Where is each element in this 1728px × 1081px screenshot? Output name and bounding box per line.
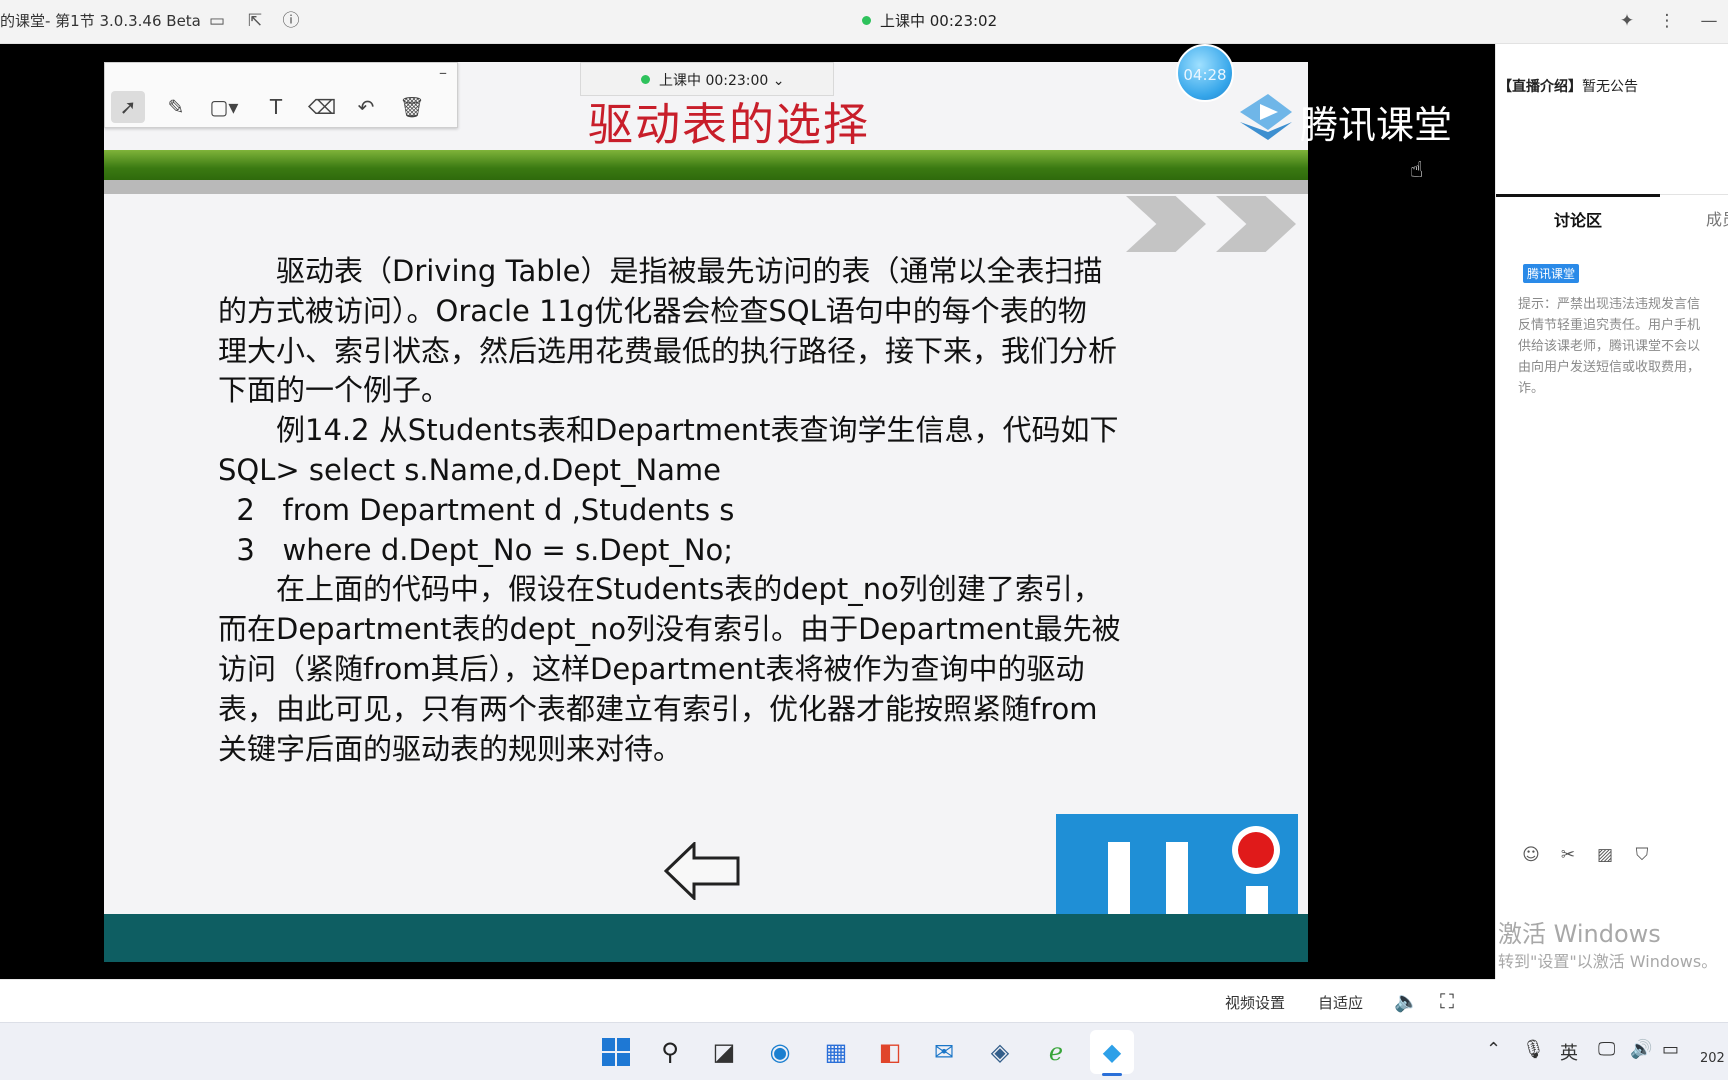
video-controlbar: 视频设置 自适应 🔈 ⛶ [0,979,1495,1022]
mail-icon[interactable]: ✉ [922,1030,966,1074]
slide-line: 访问（紧随from其后），这样Department表将被作为查询中的驱动 [218,651,1085,686]
sql-tool-icon[interactable]: ◈ [978,1030,1022,1074]
system-tip: 提示：严禁出现违法违规发言信 反情节轻重追究责任。用户手机 供给该课老师，腾讯课… [1518,294,1728,399]
edge-browser-icon[interactable]: ◉ [758,1030,802,1074]
network-icon[interactable]: 🖵 [1598,1039,1615,1060]
tip-line: 提示：严禁出现违法违规发言信 [1518,297,1701,312]
ime-indicator[interactable]: 英 [1560,1039,1578,1065]
tab-members[interactable]: 成员 [1706,194,1728,244]
mouse-cursor-icon: ☝ [1410,158,1424,183]
slide-line: 在上面的代码中，假设在Students表的dept_no列创建了索引， [218,572,1102,607]
more-icon[interactable]: ⋮ [1656,10,1678,32]
pen-icon[interactable]: ✎ [159,91,193,123]
annotation-toolbar: – ➚ ✎ ▢▾ T ⌫ ↶ 🗑 [104,62,458,128]
live-intro-label: 【直播介绍】 [1498,79,1582,95]
chevron-down-icon: ⌄ [772,73,785,89]
rectangle-icon[interactable]: ▢▾ [207,91,241,123]
slide-line: 理大小、索引状态，然后选用花费最低的执行路径，接下来，我们分析 [218,333,1118,368]
microphone-icon[interactable]: 🎙 [1522,1039,1545,1060]
video-stage: 驱动表的选择 驱动表（Driving Table）是指被最先访问的表（通常以全表… [0,44,1495,979]
feedback-icon[interactable]: ▭ [206,10,228,32]
tencent-class-app-icon[interactable]: ◆ [1090,1030,1134,1074]
slide-line: 3 where d.Dept_No = s.Dept_No; [218,532,734,567]
select-icon[interactable]: ➚ [111,91,145,123]
task-view-icon[interactable]: ◪ [702,1030,746,1074]
toolbar-minimize-icon[interactable]: – [439,63,447,82]
windows-logo-icon [602,1038,630,1066]
office-icon[interactable]: ◧ [868,1030,912,1074]
scissors-icon[interactable]: ✂ [1557,844,1579,866]
slide-title: 驱动表的选择 [588,98,871,151]
brand-logo: 腾讯课堂 [1234,90,1452,147]
prev-arrow-icon[interactable] [664,842,740,900]
slide-line: SQL> select s.Name,d.Dept_Name [218,452,722,487]
live-status: 上课中 00:23:02 [862,10,997,31]
tip-line: 反情节轻重追究责任。用户手机 [1518,318,1701,333]
slide-line: 的方式被访问）。Oracle 11g优化器会检查SQL语句中的每个表的物 [218,293,1087,328]
slide-line: 下面的一个例子。 [218,373,451,408]
live-intro-value: 暂无公告 [1582,79,1638,95]
chevron-decoration [1126,196,1206,252]
live-dot [641,75,650,84]
slide-line: 驱动表（Driving Table）是指被最先访问的表（通常以全表扫描 [218,254,1103,288]
live-dot [862,16,871,25]
share-icon[interactable]: ⇱ [244,10,266,32]
slide-teal-band [104,914,1308,962]
tip-line: 由向用户发送短信或收取费用， [1518,360,1701,375]
shield-icon[interactable]: ⛉ [1631,844,1653,866]
report-icon[interactable]: ⓘ [280,10,302,32]
brand-name: 腾讯课堂 [1300,103,1453,147]
windows-activation-watermark: 激活 Windows [1498,920,1661,948]
slide-live-status-text: 上课中 00:23:00 [659,73,769,89]
browser-icon[interactable]: ℯ [1034,1030,1078,1074]
search-icon[interactable]: ⚲ [648,1030,692,1074]
tip-line: 诈。 [1518,381,1545,396]
active-app-indicator [1102,1073,1122,1076]
windows-start-icon[interactable] [594,1030,638,1074]
tray-overflow-icon[interactable]: ⌃ [1486,1039,1501,1060]
store-icon[interactable]: ▦ [814,1030,858,1074]
slide-live-status[interactable]: 上课中 00:23:00 ⌄ [580,62,834,96]
slide-line: 关键字后面的驱动表的规则来对待。 [218,731,683,766]
slide-body: 驱动表（Driving Table）是指被最先访问的表（通常以全表扫描 的方式被… [218,252,1248,769]
speaker-icon[interactable]: 🔈 [1394,989,1419,1013]
image-icon[interactable]: ▨ [1594,844,1616,866]
countdown-timer[interactable]: 04:28 [1176,44,1234,102]
chevron-decoration [1216,196,1296,252]
slide-line: 表，由此可见，只有两个表都建立有索引，优化器才能按照紧随from [218,691,1098,726]
windows-activation-hint: 转到"设置"以激活 Windows。 [1498,952,1718,971]
slide-line: 2 from Department d ,Students s [218,492,735,527]
slide-line: 而在Department表的dept_no列没有索引。由于Department最… [218,612,1121,647]
live-status-text: 上课中 00:23:02 [880,12,998,30]
minimize-icon[interactable]: — [1698,10,1720,32]
school-logo [1056,814,1298,914]
clock-date[interactable]: 202 [1700,1051,1725,1066]
eraser-icon[interactable]: ⌫ [305,91,339,123]
tip-line: 供给该课老师，腾讯课堂不会以 [1518,339,1701,354]
volume-icon[interactable]: 🔊 [1630,1039,1652,1060]
text-icon[interactable]: T [259,91,293,123]
system-badge: 腾讯课堂 [1523,264,1580,283]
tab-discussion[interactable]: 讨论区 [1496,194,1660,244]
undo-icon[interactable]: ↶ [349,91,383,123]
trash-icon[interactable]: 🗑 [395,91,429,123]
window-title: 的课堂- 第1节 3.0.3.46 Beta [0,12,201,30]
live-intro: 【直播介绍】暂无公告 [1498,76,1638,96]
fit-button[interactable]: 自适应 [1318,992,1363,1013]
emoji-icon[interactable]: ☺ [1520,844,1542,866]
right-sidebar: 【直播介绍】暂无公告 讨论区 成员 腾讯课堂 提示：严禁出现违法违规发言信 反情… [1495,44,1728,979]
slide-line: 例14.2 从Students表和Department表查询学生信息，代码如下 [218,413,1119,448]
shared-slide: 驱动表的选择 驱动表（Driving Table）是指被最先访问的表（通常以全表… [104,62,1308,962]
pin-icon[interactable]: ✦ [1616,10,1638,32]
fullscreen-icon[interactable]: ⛶ [1440,989,1454,1013]
window-titlebar: 的课堂- 第1节 3.0.3.46 Beta ▭ ⇱ ⓘ 上课中 00:23:0… [0,0,1728,44]
slide-green-band [104,150,1308,180]
windows-taskbar: ⚲ ◪ ◉ ▦ ◧ ✉ ◈ ℯ ◆ ⌃ 🎙 英 🖵 🔊 ▭ 202 [0,1022,1728,1080]
battery-icon[interactable]: ▭ [1662,1039,1679,1060]
slide-gray-band [104,180,1308,194]
tencent-class-logo-icon [1240,94,1292,140]
video-settings-button[interactable]: 视频设置 [1225,992,1285,1013]
